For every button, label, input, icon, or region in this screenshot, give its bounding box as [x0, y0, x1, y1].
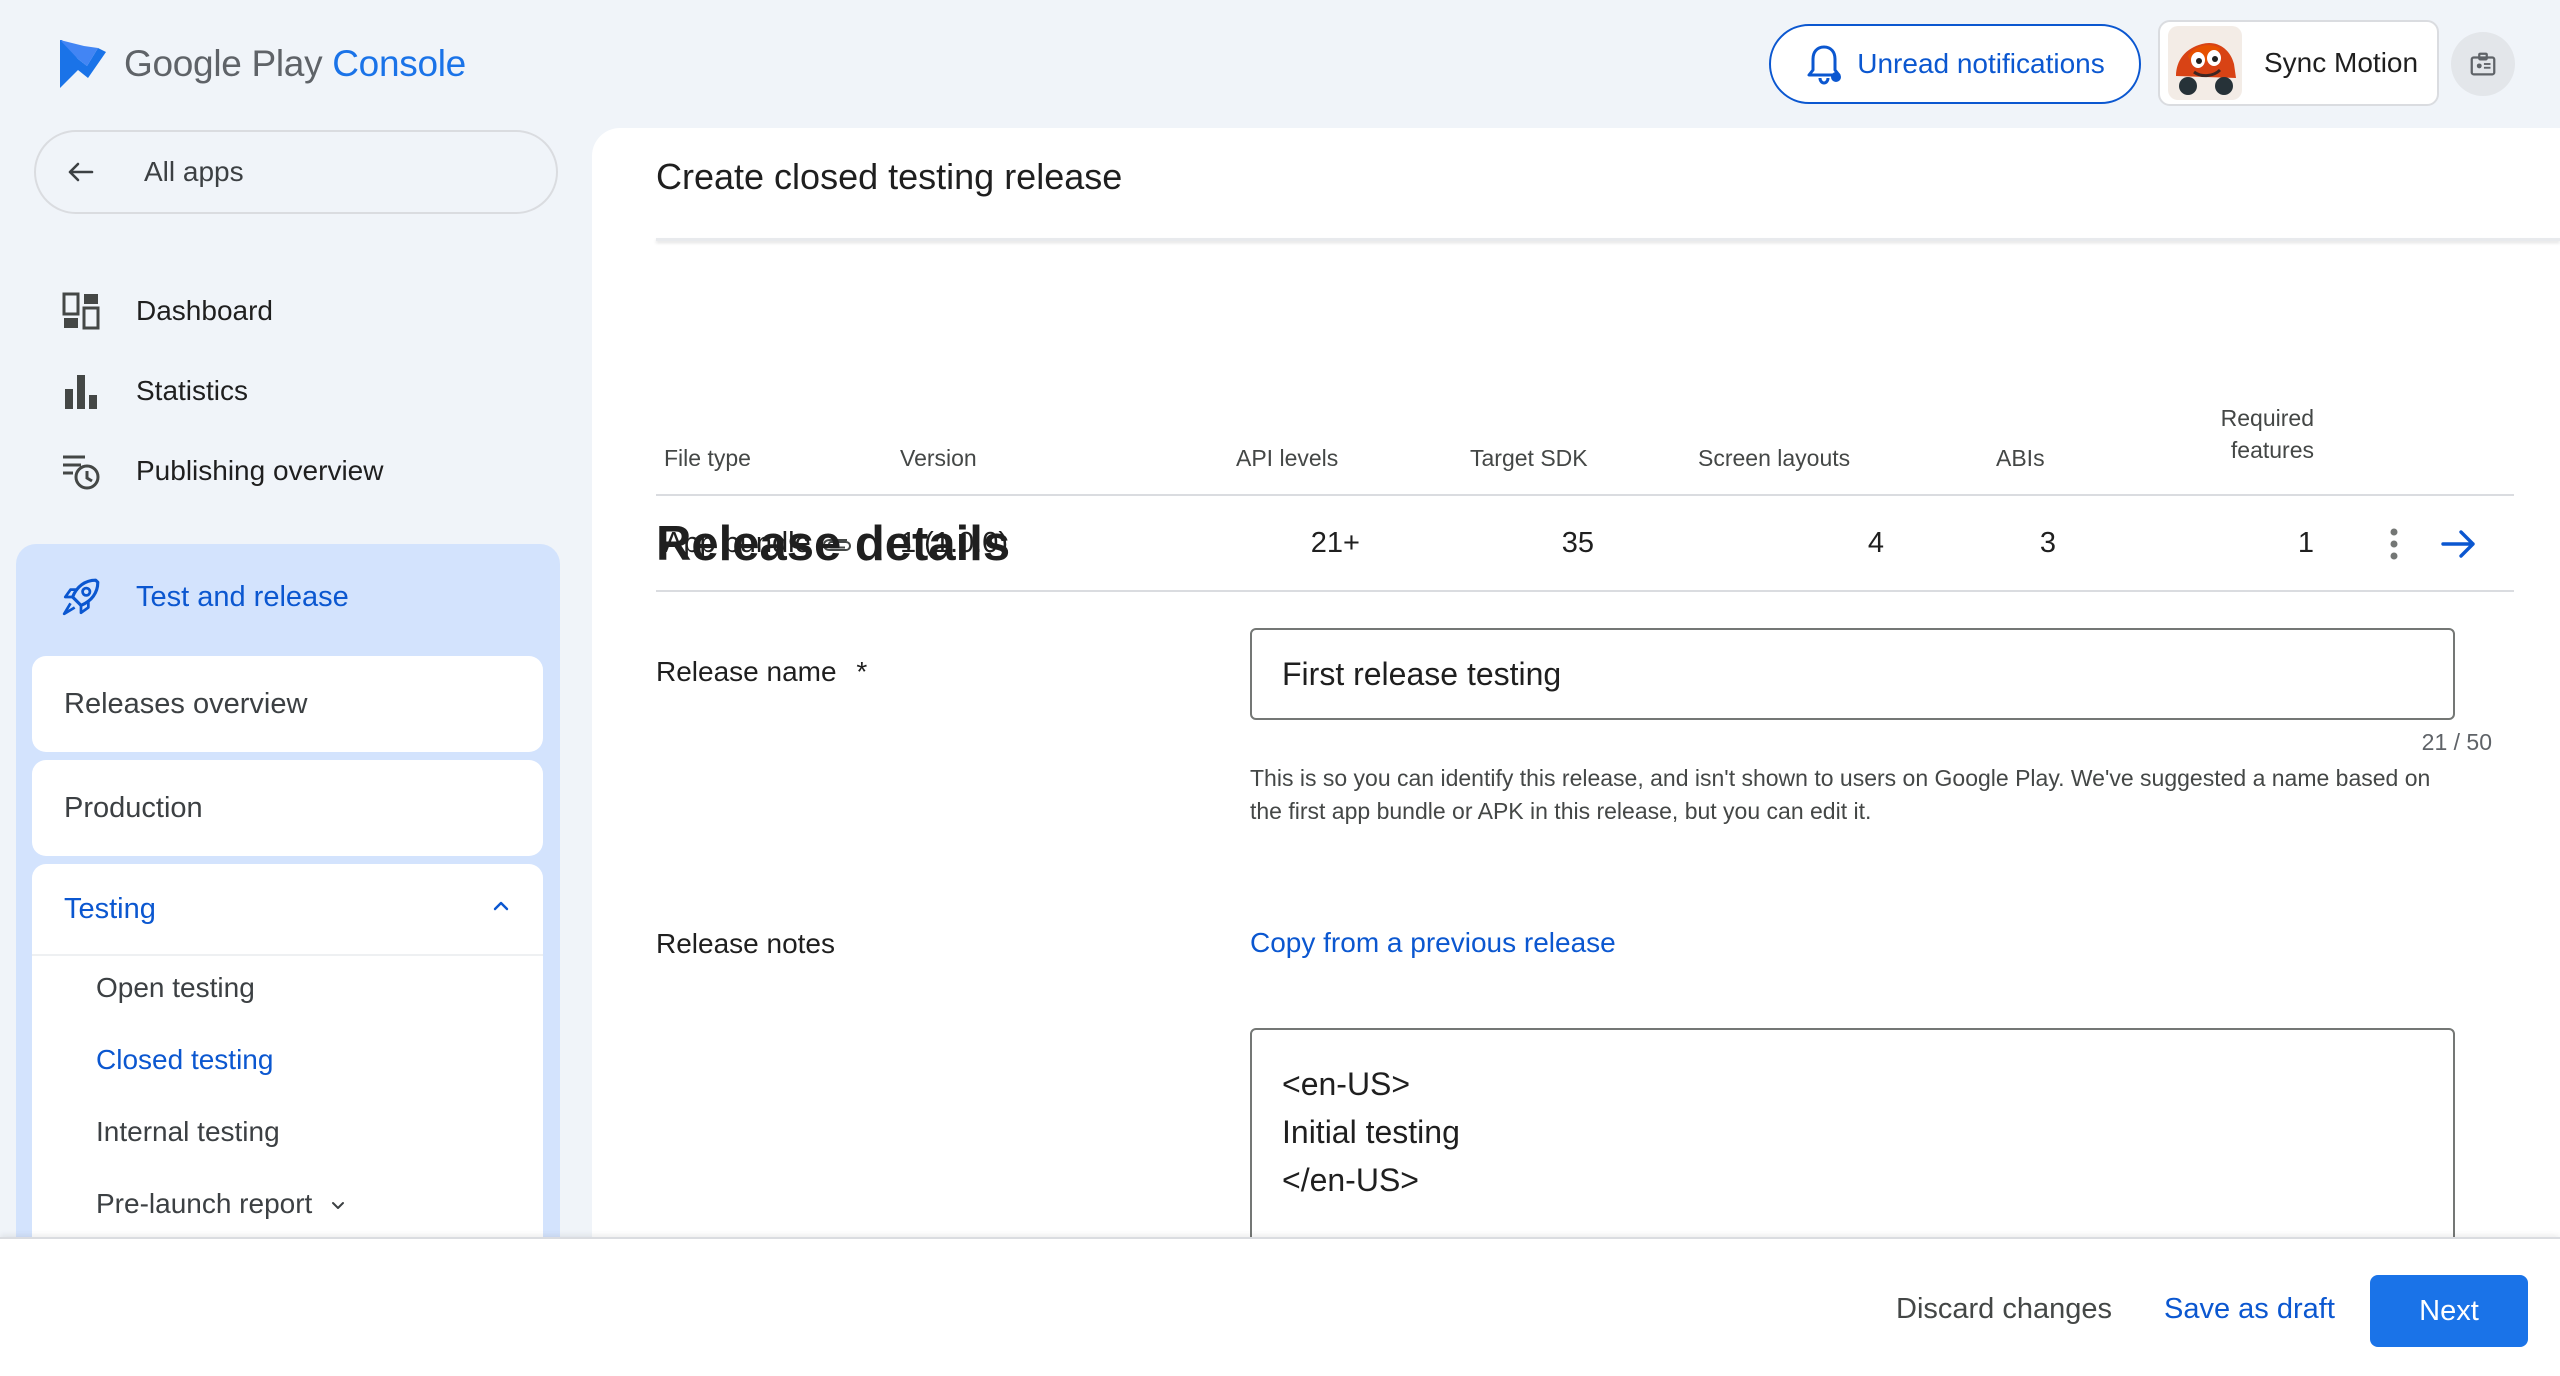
cell-screen-layouts: 4 — [1867, 527, 1884, 559]
sidebar-item-closed-testing[interactable]: Closed testing — [96, 1044, 273, 1076]
account-name: Sync Motion — [2264, 47, 2419, 78]
header-line: features — [2230, 437, 2314, 463]
test-and-release-label: Test and release — [136, 580, 349, 613]
sidebar-item-dashboard[interactable]: Dashboard — [60, 287, 273, 335]
rocket-icon — [62, 578, 100, 616]
release-notes-label: Release notes — [656, 928, 836, 959]
cell-target-sdk: 35 — [1561, 527, 1594, 559]
column-header-version: Version — [900, 445, 977, 471]
table-header-divider — [656, 494, 2514, 496]
logo-text: Google Play Console — [124, 43, 466, 85]
developer-avatar — [2168, 26, 2242, 100]
character-counter: 21 / 50 — [2421, 729, 2492, 755]
testing-group: Testing Open testing Closed testing Inte… — [32, 864, 543, 1264]
sidebar-item-publishing-overview[interactable]: Publishing overview — [60, 447, 383, 495]
page-title: Create closed testing release — [656, 156, 1123, 197]
sidebar-item-label: Releases overview — [64, 687, 308, 720]
required-marker: * — [856, 656, 868, 687]
arrow-right-icon — [2441, 530, 2475, 558]
back-arrow-icon — [68, 162, 94, 182]
column-header-api-levels: API levels — [1236, 445, 1339, 471]
sidebar-item-label: Dashboard — [136, 295, 273, 326]
google-play-console-logo[interactable]: Google Play Console — [58, 36, 466, 92]
sidebar-item-label: Internal testing — [96, 1116, 280, 1147]
table-row-divider — [656, 590, 2514, 592]
view-details-button[interactable] — [2436, 524, 2482, 564]
sidebar-item-label: Open testing — [96, 972, 255, 1003]
sidebar-item-label: Production — [64, 791, 203, 824]
sidebar-item-label: Pre-launch report — [96, 1188, 313, 1219]
all-apps-label: All apps — [144, 156, 244, 187]
title-divider — [656, 238, 2560, 241]
test-and-release-section: Test and release Releases overview Produ… — [16, 544, 560, 1264]
all-apps-button[interactable]: All apps — [34, 130, 558, 214]
sidebar-item-statistics[interactable]: Statistics — [60, 367, 248, 415]
release-name-input[interactable] — [1250, 628, 2455, 720]
main-content: Create closed testing release File type … — [592, 128, 2560, 1288]
chevron-up-icon — [493, 901, 509, 911]
release-name-label-text: Release name — [656, 656, 837, 687]
notes-line: <en-US> — [1282, 1066, 1411, 1102]
next-button[interactable]: Next — [2370, 1275, 2528, 1347]
more-options-button[interactable] — [2374, 524, 2414, 564]
sidebar-item-label: Closed testing — [96, 1044, 274, 1075]
sidebar-item-internal-testing[interactable]: Internal testing — [96, 1116, 280, 1148]
column-header-target-sdk: Target SDK — [1470, 445, 1588, 471]
release-name-helper-text: This is so you can identify this release… — [1250, 765, 2431, 824]
release-details-heading: Release details — [656, 517, 1011, 571]
sidebar-item-label: Statistics — [136, 375, 249, 406]
notifications-label: Unread notifications — [1857, 48, 2105, 79]
sidebar-item-test-and-release[interactable]: Test and release — [60, 576, 349, 618]
sidebar-item-releases-overview[interactable]: Releases overview — [32, 656, 543, 752]
release-name-label: Release name * — [656, 656, 867, 688]
save-as-draft-button[interactable]: Save as draft — [2164, 1293, 2335, 1326]
column-header-required-features: Required features — [2176, 402, 2314, 466]
unread-notifications-button[interactable]: Unread notifications — [1769, 24, 2141, 104]
sidebar-item-testing[interactable]: Testing — [32, 864, 543, 956]
bar-chart-icon — [60, 370, 102, 412]
dashboard-icon — [60, 290, 102, 332]
column-header-abis: ABIs — [1996, 445, 2045, 471]
sidebar-item-pre-launch-report[interactable]: Pre-launch report — [96, 1188, 348, 1222]
bell-icon — [1807, 45, 1842, 85]
sidebar-item-production[interactable]: Production — [32, 760, 543, 856]
column-header-screen-layouts: Screen layouts — [1698, 445, 1851, 471]
cell-abis: 3 — [2039, 527, 2056, 559]
publishing-history-icon — [60, 450, 102, 492]
chevron-down-icon — [328, 1190, 348, 1222]
sidebar-item-label: Publishing overview — [136, 455, 384, 486]
testing-label: Testing — [64, 892, 156, 925]
notes-line: Initial testing — [1282, 1114, 1460, 1150]
developer-profile-button[interactable] — [2451, 32, 2515, 96]
more-vert-icon — [2390, 528, 2398, 560]
cell-required-features: 1 — [2297, 527, 2314, 559]
discard-changes-button[interactable]: Discard changes — [1896, 1293, 2112, 1326]
notes-line: </en-US> — [1282, 1162, 1419, 1198]
logo-google-play: Google Play — [124, 43, 323, 84]
sidebar-item-open-testing[interactable]: Open testing — [96, 972, 255, 1004]
header-line: Required — [2220, 405, 2314, 431]
play-console-logo-icon — [60, 40, 106, 88]
developer-account-switcher[interactable]: Sync Motion — [2158, 20, 2439, 106]
badge-icon — [2470, 52, 2496, 76]
cell-api-levels: 21+ — [1310, 527, 1360, 559]
car-avatar-icon — [2168, 26, 2242, 100]
logo-console: Console — [332, 43, 466, 84]
column-header-file-type: File type — [664, 445, 751, 471]
copy-from-previous-release-link[interactable]: Copy from a previous release — [1250, 927, 1616, 959]
action-footer: Discard changes Save as draft Next — [0, 1237, 2560, 1376]
